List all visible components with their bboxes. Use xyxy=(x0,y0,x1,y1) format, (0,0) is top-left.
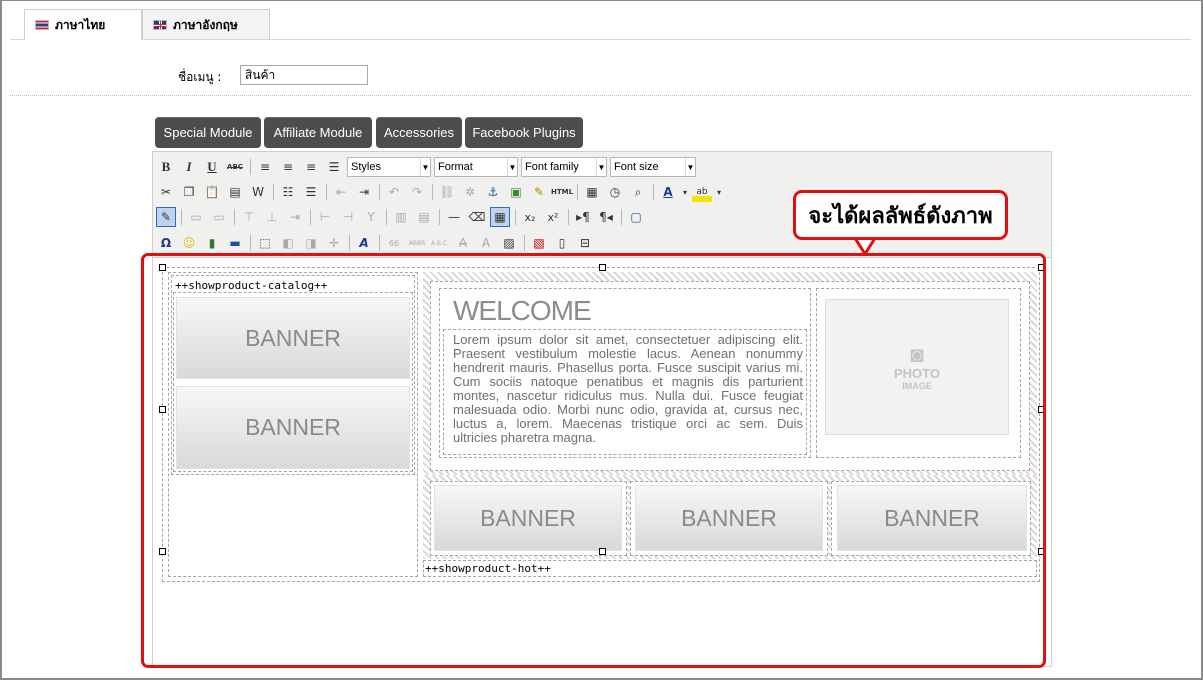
col-before-icon[interactable]: ⊢ xyxy=(315,207,335,227)
menu-name-input[interactable] xyxy=(240,65,368,85)
copy-icon[interactable]: ❐ xyxy=(179,182,199,202)
merge-cells-icon[interactable]: ▤ xyxy=(414,207,434,227)
cell-props-icon[interactable]: ▭ xyxy=(209,207,229,227)
tab-english-label: ภาษาอังกฤษ xyxy=(173,17,238,32)
visual-aid-icon[interactable]: ✎ xyxy=(156,207,176,227)
delete-row-icon[interactable]: ⇥ xyxy=(285,207,305,227)
menu-name-label: ชื่อเมนู : xyxy=(178,70,222,84)
rtl-icon[interactable]: ¶◂ xyxy=(596,207,616,227)
affiliate-module-button[interactable]: Affiliate Module xyxy=(264,117,372,148)
template-icon[interactable]: ▯ xyxy=(552,233,572,253)
layer-forward-icon[interactable]: ◧ xyxy=(278,233,298,253)
absolute-pos-icon[interactable]: ✛ xyxy=(324,233,344,253)
align-left-icon[interactable]: ≡ xyxy=(255,157,275,177)
anchor-icon[interactable]: ⚓ xyxy=(483,182,503,202)
horizontal-rule-icon[interactable]: — xyxy=(444,207,464,227)
unlink-icon[interactable]: ✲ xyxy=(460,182,480,202)
row-before-icon[interactable]: ⊤ xyxy=(239,207,259,227)
attributes-icon[interactable]: ▨ xyxy=(499,233,519,253)
tab-thai[interactable]: ภาษาไทย xyxy=(24,9,142,40)
redo-icon[interactable]: ↷ xyxy=(407,182,427,202)
cut-icon[interactable]: ✂ xyxy=(156,182,176,202)
dotted-divider xyxy=(10,95,1191,96)
image-icon[interactable]: ▣ xyxy=(506,182,526,202)
acronym-icon[interactable]: A.B.C. xyxy=(430,233,450,253)
highlight-color-icon[interactable]: ab xyxy=(692,182,712,202)
superscript-icon[interactable]: x² xyxy=(543,207,563,227)
style-props-icon[interactable]: A xyxy=(354,233,374,253)
tab-divider xyxy=(10,39,1191,40)
row-after-icon[interactable]: ⊥ xyxy=(262,207,282,227)
bullet-list-icon[interactable]: ☷ xyxy=(278,182,298,202)
paste-word-icon[interactable]: W xyxy=(248,182,268,202)
result-highlight-box xyxy=(141,253,1046,668)
preview-icon[interactable]: ⌕ xyxy=(628,182,648,202)
tab-thai-label: ภาษาไทย xyxy=(55,17,106,32)
emoticon-icon[interactable]: ☺ xyxy=(179,233,199,253)
ins-icon[interactable]: A xyxy=(476,233,496,253)
paste-text-icon[interactable]: ▤ xyxy=(225,182,245,202)
indent-icon[interactable]: ⇥ xyxy=(354,182,374,202)
media-icon[interactable]: ▮ xyxy=(202,233,222,253)
text-color-dropdown-icon[interactable]: ▾ xyxy=(681,182,689,202)
italic-button[interactable]: I xyxy=(179,157,199,177)
subscript-icon[interactable]: x₂ xyxy=(520,207,540,227)
layer-insert-icon[interactable]: ⬚ xyxy=(255,233,275,253)
ltr-icon[interactable]: ▸¶ xyxy=(573,207,593,227)
cite-icon[interactable]: 66 xyxy=(384,233,404,253)
styles-select[interactable]: Styles ▼ xyxy=(347,157,431,177)
insert-date-icon[interactable]: ▦ xyxy=(582,182,602,202)
layer-backward-icon[interactable]: ◨ xyxy=(301,233,321,253)
outdent-icon[interactable]: ⇤ xyxy=(331,182,351,202)
non-break-icon[interactable]: ▧ xyxy=(529,233,549,253)
special-module-button[interactable]: Special Module xyxy=(155,117,261,148)
align-justify-icon[interactable]: ☰ xyxy=(324,157,344,177)
insert-time-icon[interactable]: ◷ xyxy=(605,182,625,202)
bold-button[interactable]: B xyxy=(156,157,176,177)
align-right-icon[interactable]: ≡ xyxy=(301,157,321,177)
cleanup-icon[interactable]: ✎ xyxy=(529,182,549,202)
link-icon[interactable]: ⛓ xyxy=(437,182,457,202)
table-icon[interactable]: ▦ xyxy=(490,207,510,227)
delete-col-icon[interactable]: Y xyxy=(361,207,381,227)
numbered-list-icon[interactable]: ☰ xyxy=(301,182,321,202)
remove-format-icon[interactable]: ⌫ xyxy=(467,207,487,227)
page-break-icon[interactable]: ▬ xyxy=(225,233,245,253)
font-family-select[interactable]: Font family ▼ xyxy=(521,157,607,177)
text-color-icon[interactable]: A xyxy=(658,182,678,202)
underline-button[interactable]: U xyxy=(202,157,222,177)
thai-flag-icon xyxy=(35,20,49,30)
undo-icon[interactable]: ↶ xyxy=(384,182,404,202)
facebook-plugins-button[interactable]: Facebook Plugins xyxy=(465,117,583,148)
strikethrough-button[interactable]: ABC xyxy=(225,157,245,177)
split-cells-icon[interactable]: ▥ xyxy=(391,207,411,227)
fullscreen-icon[interactable]: ▢ xyxy=(626,207,646,227)
uk-flag-icon xyxy=(153,20,167,30)
tab-english[interactable]: ภาษาอังกฤษ xyxy=(142,9,270,40)
abbr-icon[interactable]: ABBR xyxy=(407,233,427,253)
font-size-select[interactable]: Font size ▼ xyxy=(610,157,696,177)
format-select[interactable]: Format ▼ xyxy=(434,157,518,177)
col-after-icon[interactable]: ⊣ xyxy=(338,207,358,227)
del-icon[interactable]: A xyxy=(453,233,473,253)
paste-icon[interactable]: 📋 xyxy=(202,182,222,202)
row-props-icon[interactable]: ▭ xyxy=(186,207,206,227)
accessories-button[interactable]: Accessories xyxy=(376,117,462,148)
result-callout: จะได้ผลลัพธ์ดังภาพ xyxy=(793,190,1008,240)
align-center-icon[interactable]: ≡ xyxy=(278,157,298,177)
special-char-icon[interactable]: Ω xyxy=(156,233,176,253)
html-source-icon[interactable]: HTML xyxy=(551,182,573,202)
pagebreak-icon[interactable]: ⊟ xyxy=(575,233,595,253)
highlight-dropdown-icon[interactable]: ▾ xyxy=(715,182,723,202)
